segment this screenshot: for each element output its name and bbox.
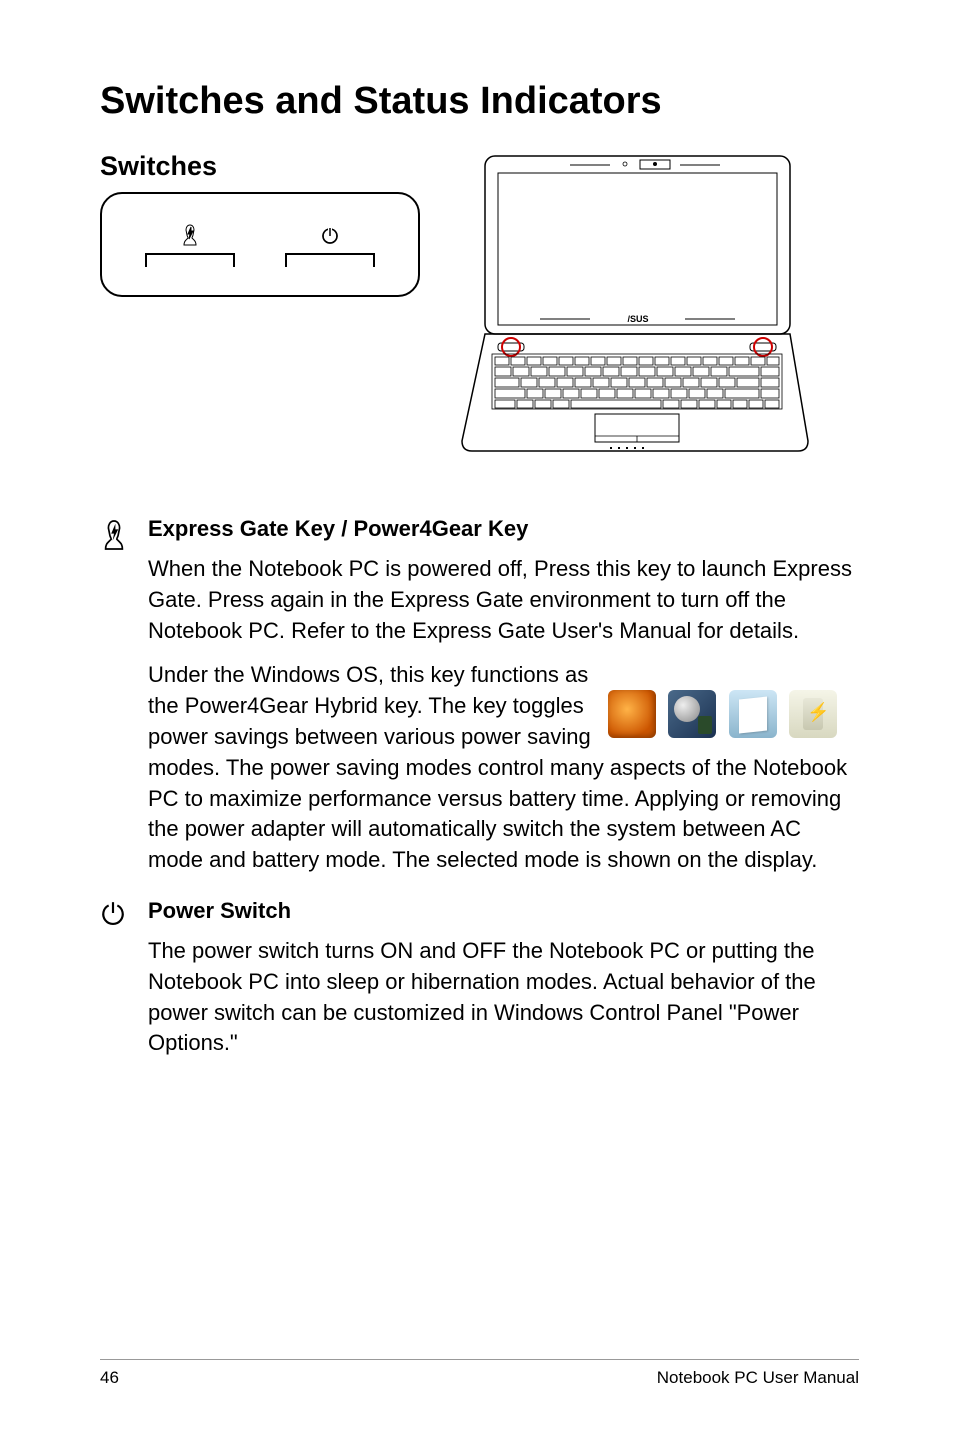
feature-title: Power Switch xyxy=(148,898,859,924)
battery-saving-mode-icon: ⚡ xyxy=(789,690,837,738)
switch-button-shape xyxy=(145,253,235,267)
page-footer: 46 Notebook PC User Manual xyxy=(100,1359,859,1388)
power-mode-icons: ⚡ xyxy=(604,690,859,740)
high-performance-mode-icon xyxy=(608,690,656,738)
switch-button-shape xyxy=(285,253,375,267)
power-icon xyxy=(100,900,126,926)
diagram-row: Switches xyxy=(100,151,859,456)
feature-title: Express Gate Key / Power4Gear Key xyxy=(148,516,859,542)
power-switch-diagram xyxy=(285,223,375,267)
power-icon xyxy=(320,223,340,247)
page-number: 46 xyxy=(100,1368,119,1388)
feature-list: Express Gate Key / Power4Gear Key When t… xyxy=(100,516,859,1073)
entertainment-mode-icon xyxy=(668,690,716,738)
switches-heading: Switches xyxy=(100,151,420,182)
switches-block: Switches xyxy=(100,151,420,297)
footer-label: Notebook PC User Manual xyxy=(657,1368,859,1388)
page-title: Switches and Status Indicators xyxy=(100,80,859,123)
lightning-person-icon xyxy=(100,518,128,552)
laptop-diagram: /SUS xyxy=(450,151,825,456)
express-gate-switch-diagram xyxy=(145,223,235,267)
svg-text:/SUS: /SUS xyxy=(627,314,648,324)
lightning-person-icon xyxy=(180,223,200,247)
feature-paragraph: When the Notebook PC is powered off, Pre… xyxy=(148,554,859,646)
switches-panel xyxy=(100,192,420,297)
quiet-office-mode-icon xyxy=(729,690,777,738)
feature-express-gate: Express Gate Key / Power4Gear Key When t… xyxy=(100,516,859,890)
feature-power-switch: Power Switch The power switch turns ON a… xyxy=(100,898,859,1073)
feature-paragraph: The power switch turns ON and OFF the No… xyxy=(148,936,859,1059)
